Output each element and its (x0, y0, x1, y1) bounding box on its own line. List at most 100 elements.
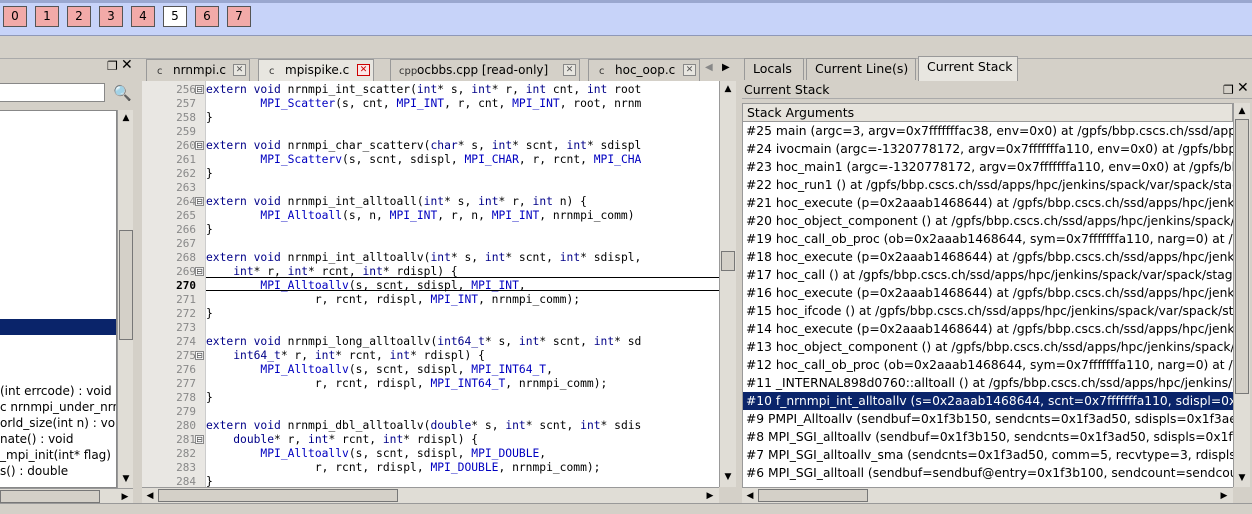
tree-item[interactable]: (int errcode) : void (0, 383, 116, 399)
stack-frame-row[interactable]: #20 hoc_object_component () at /gpfs/bbp… (743, 212, 1233, 230)
tab-locals[interactable]: Locals (744, 58, 804, 80)
stack-frame-row[interactable]: #12 hoc_call_ob_proc (ob=0x2aaab1468644,… (743, 356, 1233, 374)
line-number: 260 (176, 139, 196, 152)
fold-icon[interactable]: ⊟ (195, 351, 204, 360)
stack-frame-row[interactable]: #9 PMPI_Alltoallv (sendbuf=0x1f3b150, se… (743, 410, 1233, 428)
line-number: 277 (176, 377, 196, 390)
line-number: 280 (176, 419, 196, 432)
tree-item[interactable]: _mpi_init(int* flag) : (0, 447, 116, 463)
symbol-tree[interactable]: (int errcode) : void c nrnmpi_under_nrnc o… (0, 110, 117, 488)
close-icon[interactable]: ✕ (1237, 81, 1249, 95)
stack-frame-row[interactable]: #19 hoc_call_ob_proc (ob=0x2aaab1468644,… (743, 230, 1233, 248)
stack-hscroll[interactable]: ◀ ▶ (742, 487, 1233, 503)
process-button-3[interactable]: 3 (99, 6, 123, 27)
scroll-down-icon[interactable]: ▼ (720, 469, 736, 485)
scroll-right-icon[interactable]: ▶ (702, 488, 718, 504)
tree-item[interactable]: orld_size(int n) : voi (0, 415, 116, 431)
line-number: 270 (176, 279, 196, 292)
scroll-left-icon[interactable]: ◀ (142, 488, 158, 504)
stack-frame-row[interactable]: #6 MPI_SGI_alltoall (sendbuf=sendbuf@ent… (743, 464, 1233, 482)
tab-nrnmpi-c[interactable]: c nrnmpi.c ✕ (146, 59, 250, 81)
scroll-left-icon[interactable]: ◀ (742, 488, 758, 504)
process-button-4[interactable]: 4 (131, 6, 155, 27)
process-button-5[interactable]: 5 (163, 6, 187, 27)
fold-icon[interactable]: ⊟ (195, 267, 204, 276)
tab-current-stack[interactable]: Current Stack (918, 56, 1018, 81)
stack-frame-row[interactable]: #23 hoc_main1 (argc=-1320778172, argv=0x… (743, 158, 1233, 176)
tab-mpispike-c[interactable]: c mpispike.c ✕ (258, 59, 374, 82)
process-button-7[interactable]: 7 (227, 6, 251, 27)
tree-item[interactable]: c nrnmpi_under_nrnc (0, 399, 116, 415)
process-button-1[interactable]: 1 (35, 6, 59, 27)
tab-hoc_oop-c[interactable]: c hoc_oop.c ✕ (588, 59, 700, 81)
scroll-thumb[interactable] (721, 251, 735, 271)
stack-frame-row[interactable]: #16 hoc_execute (p=0x2aaab1468644) at /g… (743, 284, 1233, 302)
stack-frame-row[interactable]: #25 main (argc=3, argv=0x7fffffffac38, e… (743, 122, 1233, 140)
process-button-2[interactable]: 2 (67, 6, 91, 27)
file-icon: c (269, 66, 275, 77)
hscroll-thumb[interactable] (158, 489, 398, 502)
scroll-up-icon[interactable]: ▲ (1234, 103, 1250, 119)
process-button-6[interactable]: 6 (195, 6, 219, 27)
stack-vscroll[interactable]: ▲ ▼ (1233, 103, 1250, 487)
scroll-up-icon[interactable]: ▲ (118, 110, 134, 126)
close-icon[interactable]: ✕ (357, 64, 370, 76)
stack-frame-row[interactable]: #17 hoc_call () at /gpfs/bbp.cscs.ch/ssd… (743, 266, 1233, 284)
close-icon[interactable]: ✕ (563, 64, 576, 76)
line-number: 266 (176, 223, 196, 236)
scroll-thumb[interactable] (1235, 119, 1249, 394)
tree-item[interactable]: nate() : void (0, 431, 116, 447)
stack-frame-row[interactable]: #10 f_nrnmpi_int_alltoallv (s=0x2aaab146… (743, 392, 1233, 410)
code-line: } (206, 391, 213, 404)
fold-icon[interactable]: ⊟ (195, 141, 204, 150)
search-icon[interactable]: 🔍 (113, 84, 132, 102)
close-icon[interactable]: ✕ (121, 58, 133, 72)
tab-ocbbs-cpp[interactable]: cpp ocbbs.cpp [read-only] ✕ (390, 59, 580, 81)
code-line: MPI_Scatterv(s, scnt, sdispl, MPI_CHAR, … (260, 153, 642, 166)
line-number: 261 (176, 153, 196, 166)
stack-frame-row[interactable]: #24 ivocmain (argc=-1320778172, argv=0x7… (743, 140, 1233, 158)
fold-icon[interactable]: ⊟ (195, 85, 204, 94)
stack-frame-row[interactable]: #18 hoc_execute (p=0x2aaab1468644) at /g… (743, 248, 1233, 266)
process-button-0[interactable]: 0 (3, 6, 27, 27)
stack-frame-row[interactable]: #7 MPI_SGI_alltoallv_sma (sendcnts=0x1f3… (743, 446, 1233, 464)
close-icon[interactable]: ✕ (233, 64, 246, 76)
column-header-stack-arguments[interactable]: Stack Arguments (742, 103, 1233, 122)
scroll-down-icon[interactable]: ▼ (1234, 470, 1250, 486)
scroll-thumb[interactable] (119, 230, 133, 340)
search-input[interactable] (0, 83, 105, 102)
hscroll-thumb[interactable] (758, 489, 868, 502)
stack-frame-row[interactable]: #22 hoc_run1 () at /gpfs/bbp.cscs.ch/ssd… (743, 176, 1233, 194)
left-vscroll[interactable]: ▲ ▼ (117, 110, 133, 488)
stack-frame-row[interactable]: #8 MPI_SGI_alltoallv (sendbuf=0x1f3b150,… (743, 428, 1233, 446)
line-number: 281 (176, 433, 196, 446)
fold-icon[interactable]: ⊟ (195, 197, 204, 206)
scroll-down-icon[interactable]: ▼ (118, 471, 134, 487)
stack-frame-row[interactable]: #21 hoc_execute (p=0x2aaab1468644) at /g… (743, 194, 1233, 212)
line-number: 256 (176, 83, 196, 96)
scroll-up-icon[interactable]: ▲ (720, 81, 736, 97)
stack-frame-row[interactable]: #13 hoc_object_component () at /gpfs/bbp… (743, 338, 1233, 356)
left-hscroll[interactable]: ▶ (0, 488, 133, 504)
code-line: MPI_Alltoallv(s, scnt, sdispl, MPI_INT64… (260, 363, 553, 376)
process-bar (0, 0, 1252, 36)
tree-selected-row[interactable] (0, 319, 116, 335)
fold-icon[interactable]: ⊟ (195, 435, 204, 444)
restore-icon[interactable]: ❐ (107, 60, 118, 72)
restore-icon[interactable]: ❐ (1223, 84, 1234, 96)
tab-current-line-s[interactable]: Current Line(s) (806, 58, 916, 80)
line-number: 265 (176, 209, 196, 222)
editor-vscroll[interactable]: ▲ ▼ (719, 81, 736, 487)
scroll-right-icon[interactable]: ▶ (1216, 488, 1232, 504)
stack-frame-row[interactable]: #15 hoc_ifcode () at /gpfs/bbp.cscs.ch/s… (743, 302, 1233, 320)
tab-scroll-right-icon[interactable]: ▶ (722, 62, 730, 73)
stack-frame-row[interactable]: #11 _INTERNAL898d0760::alltoall () at /g… (743, 374, 1233, 392)
stack-frame-row[interactable]: #14 hoc_execute (p=0x2aaab1468644) at /g… (743, 320, 1233, 338)
line-number: 268 (176, 251, 196, 264)
close-icon[interactable]: ✕ (683, 64, 696, 76)
editor-hscroll[interactable]: ◀ ▶ (142, 487, 719, 503)
stack-list[interactable]: #25 main (argc=3, argv=0x7fffffffac38, e… (742, 122, 1233, 487)
hscroll-thumb[interactable] (0, 490, 100, 503)
tree-item[interactable]: s() : double (0, 463, 116, 479)
tab-scroll-left-icon[interactable]: ◀ (705, 62, 713, 73)
